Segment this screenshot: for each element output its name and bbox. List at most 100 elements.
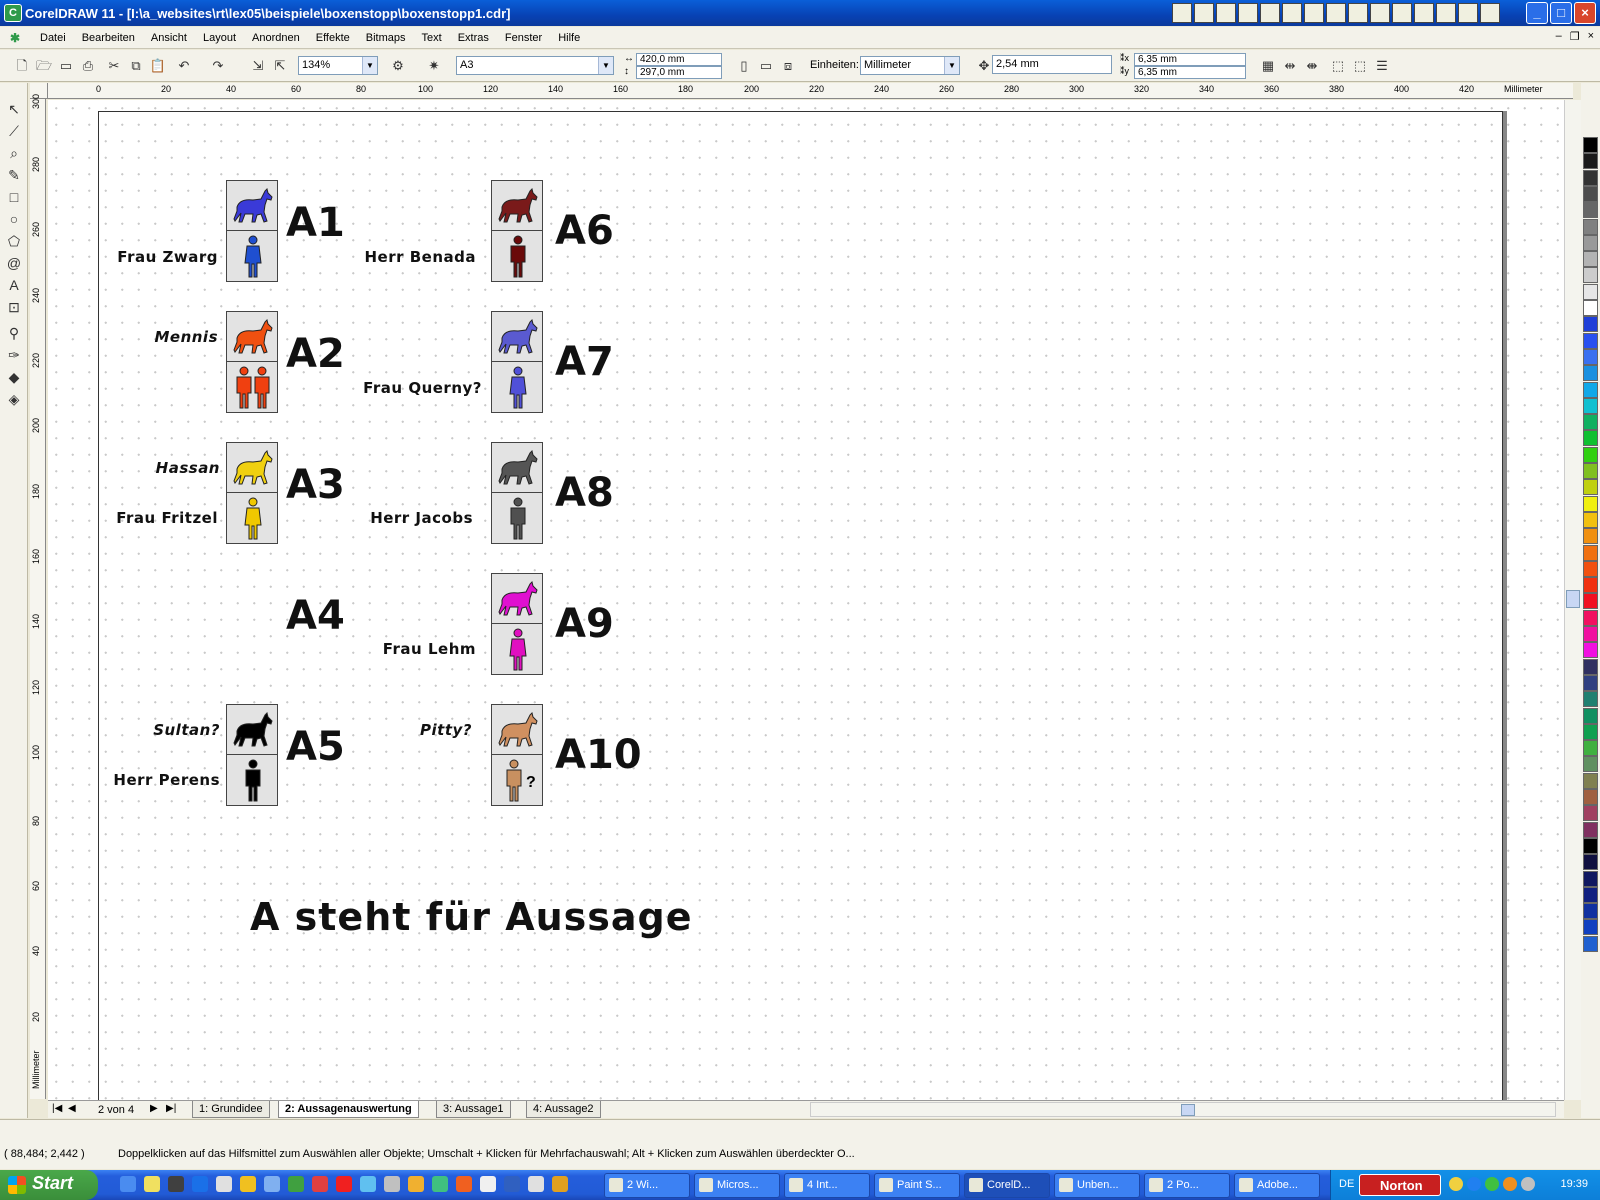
palette-swatch[interactable] [1583,805,1598,822]
box-id-label[interactable]: A2 [286,331,345,377]
palette-swatch[interactable] [1583,137,1598,153]
task-button-adobe[interactable]: Adobe... [1234,1173,1320,1198]
horse-cell[interactable] [227,181,277,231]
owner-name-label[interactable]: Frau Lehm [383,640,476,658]
task-button-explorer[interactable]: 2 Wi... [604,1173,690,1198]
shortcut-icon[interactable] [1370,3,1390,23]
owner-cell[interactable] [227,362,277,412]
undo-icon[interactable]: ↶ [174,56,194,76]
options-icon[interactable]: ☰ [1372,56,1392,76]
menu-layout[interactable]: Layout [195,32,244,44]
menu-fenster[interactable]: Fenster [497,32,550,44]
menu-ansicht[interactable]: Ansicht [143,32,195,44]
menu-text[interactable]: Text [414,32,450,44]
menu-bearbeiten[interactable]: Bearbeiten [74,32,143,44]
owner-cell[interactable] [227,231,277,281]
horse-cell[interactable] [227,312,277,362]
units-combo[interactable]: Millimeter ▼ [860,56,960,75]
coreldraw-app-icon[interactable]: C [4,4,22,22]
text-tool-icon[interactable]: A [4,275,24,295]
shortcut-icon[interactable] [1260,3,1280,23]
horse-cell[interactable] [492,312,542,362]
task-button-coreldraw[interactable]: CorelD... [964,1173,1050,1198]
task-button-word[interactable]: Micros... [694,1173,780,1198]
document-icon[interactable]: ✱ [10,31,24,45]
interactive-fill-icon[interactable]: ◈ [4,389,24,409]
quicklaunch-icon[interactable] [360,1176,376,1192]
palette-swatch[interactable] [1583,544,1598,561]
prev-page-icon[interactable]: ◀ [68,1103,76,1114]
doc-minimize-button[interactable]: – [1556,30,1562,43]
corel-online-icon[interactable]: ✷ [424,56,444,76]
quicklaunch-icon[interactable] [168,1176,184,1192]
menu-datei[interactable]: Datei [32,32,74,44]
horse-cell[interactable] [492,443,542,493]
tray-icon[interactable] [1521,1177,1535,1191]
page-layout-icon[interactable]: ⧈ [778,56,798,76]
palette-swatch[interactable] [1583,756,1598,773]
palette-swatch[interactable] [1583,577,1598,594]
first-page-icon[interactable]: |◀ [52,1103,62,1114]
maximize-button[interactable]: □ [1550,2,1572,24]
palette-swatch[interactable] [1583,886,1598,903]
norton-button[interactable]: Norton [1359,1174,1441,1196]
horse-cell[interactable] [492,181,542,231]
portrait-icon[interactable]: ▯ [734,56,754,76]
application-launcher-icon[interactable]: ⚙ [388,56,408,76]
owner-cell[interactable]: ? [492,755,542,805]
palette-swatch[interactable] [1583,202,1598,219]
palette-swatch[interactable] [1583,511,1598,528]
palette-swatch[interactable] [1583,185,1598,202]
page-tab-3[interactable]: 3: Aussage1 [436,1101,511,1118]
box-a2-symbols[interactable] [226,311,278,413]
close-button[interactable]: × [1574,2,1596,24]
shortcut-icon[interactable] [1172,3,1192,23]
fill-tool-icon[interactable]: ◆ [4,367,24,387]
nudge-distance-input[interactable]: 2,54 mm [992,55,1112,74]
palette-swatch[interactable] [1583,870,1598,887]
owner-name-label[interactable]: Herr Jacobs [370,509,473,527]
palette-swatch[interactable] [1583,316,1598,333]
eyedropper-tool-icon[interactable]: ⚲ [4,323,24,343]
palette-swatch[interactable] [1583,251,1598,268]
palette-swatch[interactable] [1583,528,1598,545]
shortcut-icon[interactable] [1414,3,1434,23]
quicklaunch-icon[interactable] [312,1176,328,1192]
draw-selection-icon[interactable]: ⬚ [1350,56,1370,76]
quicklaunch-icon[interactable] [216,1176,232,1192]
page-tab-4[interactable]: 4: Aussage2 [526,1101,601,1118]
menu-effekte[interactable]: Effekte [308,32,358,44]
new-file-icon[interactable]: 🗋 [12,56,32,76]
owner-cell[interactable] [492,493,542,543]
palette-swatch[interactable] [1583,903,1598,920]
palette-swatch[interactable] [1583,479,1598,496]
page-height-input[interactable]: 297,0 mm [636,66,722,79]
shortcut-icon[interactable] [1392,3,1412,23]
owner-cell[interactable] [492,231,542,281]
quicklaunch-icon[interactable] [528,1176,544,1192]
shortcut-icon[interactable] [1436,3,1456,23]
box-id-label[interactable]: A7 [555,339,614,385]
horizontal-ruler[interactable]: 0 20 40 60 80 100 120 140 160 180 200 22… [48,83,1573,99]
page-tab-2[interactable]: 2: Aussagenauswertung [278,1101,419,1118]
owner-name-label[interactable]: Herr Perens [113,771,220,789]
next-page-icon[interactable]: ▶ [150,1103,158,1114]
quicklaunch-icon[interactable] [384,1176,400,1192]
box-id-label[interactable]: A3 [286,462,345,508]
box-id-label[interactable]: A4 [286,593,345,639]
vertical-scroll-thumb[interactable] [1566,590,1580,608]
page-tab-1[interactable]: 1: Grundidee [192,1101,270,1118]
menu-hilfe[interactable]: Hilfe [550,32,588,44]
snap-grid-icon[interactable]: ▦ [1258,56,1278,76]
drawing-canvas[interactable]: A1 Frau Zwarg A2 Mennis A3 Hassan Frau Fritzel… [48,100,1564,1100]
palette-swatch[interactable] [1583,772,1598,789]
palette-swatch[interactable] [1583,397,1598,414]
polygon-tool-icon[interactable]: ⬠ [4,231,24,251]
palette-swatch[interactable] [1583,821,1598,838]
quicklaunch-icon[interactable] [144,1176,160,1192]
horse-name-label[interactable]: Mennis [154,328,218,346]
freehand-tool-icon[interactable]: ✎ [4,165,24,185]
box-id-label[interactable]: A1 [286,200,345,246]
palette-swatch[interactable] [1583,463,1598,479]
zoom-tool-icon[interactable]: ⌕ [4,143,24,163]
